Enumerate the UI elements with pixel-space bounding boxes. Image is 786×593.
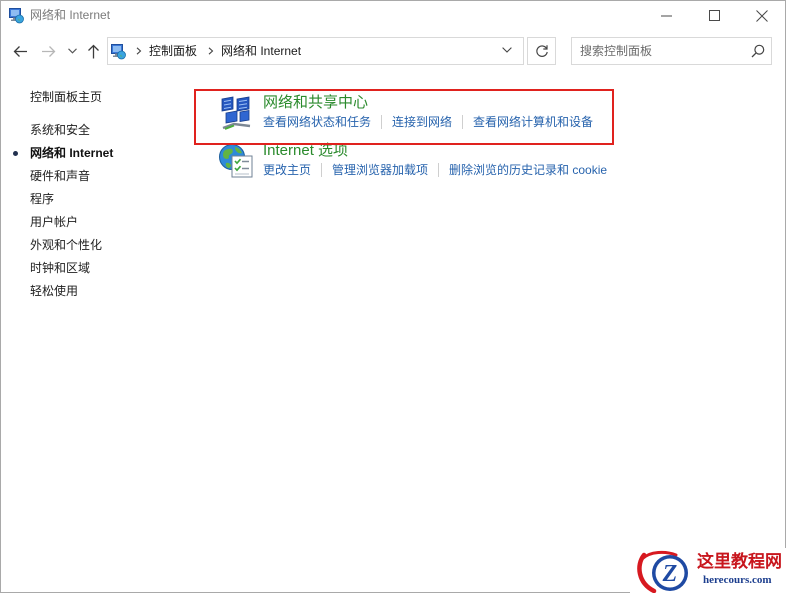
watermark-domain: herecours.com bbox=[703, 574, 772, 586]
breadcrumb-separator-icon[interactable] bbox=[136, 47, 142, 55]
close-button[interactable] bbox=[739, 1, 785, 31]
recent-locations-button[interactable] bbox=[66, 42, 78, 60]
sidebar-item-clock-region[interactable]: 时钟和区域 bbox=[30, 257, 113, 280]
watermark: Z 这里教程网 herecours.com bbox=[630, 548, 786, 593]
search-icon[interactable] bbox=[751, 44, 765, 58]
watermark-logo-letter: Z bbox=[662, 561, 678, 587]
link-change-home-page[interactable]: 更改主页 bbox=[263, 162, 311, 178]
search-box[interactable] bbox=[571, 37, 772, 65]
control-panel-window: 网络和 Internet 控制面板 网络和 Internet 搜索控制面板 控制… bbox=[0, 0, 786, 593]
breadcrumb-separator-icon[interactable] bbox=[208, 47, 214, 55]
highlight-box bbox=[194, 89, 614, 145]
refresh-icon bbox=[535, 44, 549, 58]
address-bar[interactable]: 控制面板 网络和 Internet bbox=[107, 37, 524, 65]
maximize-icon bbox=[709, 10, 721, 22]
up-button[interactable] bbox=[83, 42, 103, 60]
sidebar-item-ease-of-access[interactable]: 轻松使用 bbox=[30, 280, 113, 303]
search-input[interactable] bbox=[580, 38, 748, 64]
breadcrumb-control-panel[interactable]: 控制面板 bbox=[149, 38, 197, 64]
category-links-internet-options: 更改主页 管理浏览器加载项 删除浏览的历史记录和 cookie bbox=[263, 162, 607, 178]
maximize-button[interactable] bbox=[692, 1, 738, 31]
link-manage-browser-addons[interactable]: 管理浏览器加载项 bbox=[332, 162, 428, 178]
sidebar-item-programs[interactable]: 程序 bbox=[30, 188, 113, 211]
sidebar-item-appearance[interactable]: 外观和个性化 bbox=[30, 234, 113, 257]
internet-options-icon[interactable] bbox=[218, 143, 254, 179]
sidebar-item-system-security[interactable]: 系统和安全 bbox=[30, 119, 113, 142]
recent-locations-chevron-icon bbox=[67, 48, 77, 54]
minimize-icon bbox=[661, 15, 673, 17]
up-arrow-icon bbox=[87, 44, 100, 59]
link-divider bbox=[438, 163, 440, 177]
network-internet-icon bbox=[110, 43, 126, 60]
breadcrumb-network-internet[interactable]: 网络和 Internet bbox=[221, 38, 301, 64]
link-divider bbox=[321, 163, 323, 177]
link-delete-browsing-history[interactable]: 删除浏览的历史记录和 cookie bbox=[449, 162, 607, 178]
forward-button[interactable] bbox=[38, 42, 58, 60]
sidebar-item-network-internet[interactable]: 网络和 Internet bbox=[12, 142, 113, 165]
back-button[interactable] bbox=[10, 42, 30, 60]
watermark-site-name: 这里教程网 bbox=[697, 552, 782, 571]
sidebar-item-user-accounts[interactable]: 用户帐户 bbox=[30, 211, 113, 234]
network-internet-icon bbox=[8, 7, 24, 24]
refresh-button[interactable] bbox=[527, 37, 556, 65]
back-arrow-icon bbox=[13, 45, 28, 58]
sidebar-category-list: 系统和安全 网络和 Internet 硬件和声音 程序 用户帐户 外观和个性化 … bbox=[12, 119, 113, 303]
forward-arrow-icon bbox=[41, 45, 56, 58]
minimize-button[interactable] bbox=[644, 1, 690, 31]
address-dropdown-chevron-icon[interactable] bbox=[502, 47, 514, 55]
sidebar-item-hardware-sound[interactable]: 硬件和声音 bbox=[30, 165, 113, 188]
watermark-logo: Z bbox=[637, 550, 688, 593]
sidebar-home-link[interactable]: 控制面板主页 bbox=[30, 89, 102, 105]
close-icon bbox=[756, 10, 768, 22]
window-title: 网络和 Internet bbox=[30, 8, 111, 22]
